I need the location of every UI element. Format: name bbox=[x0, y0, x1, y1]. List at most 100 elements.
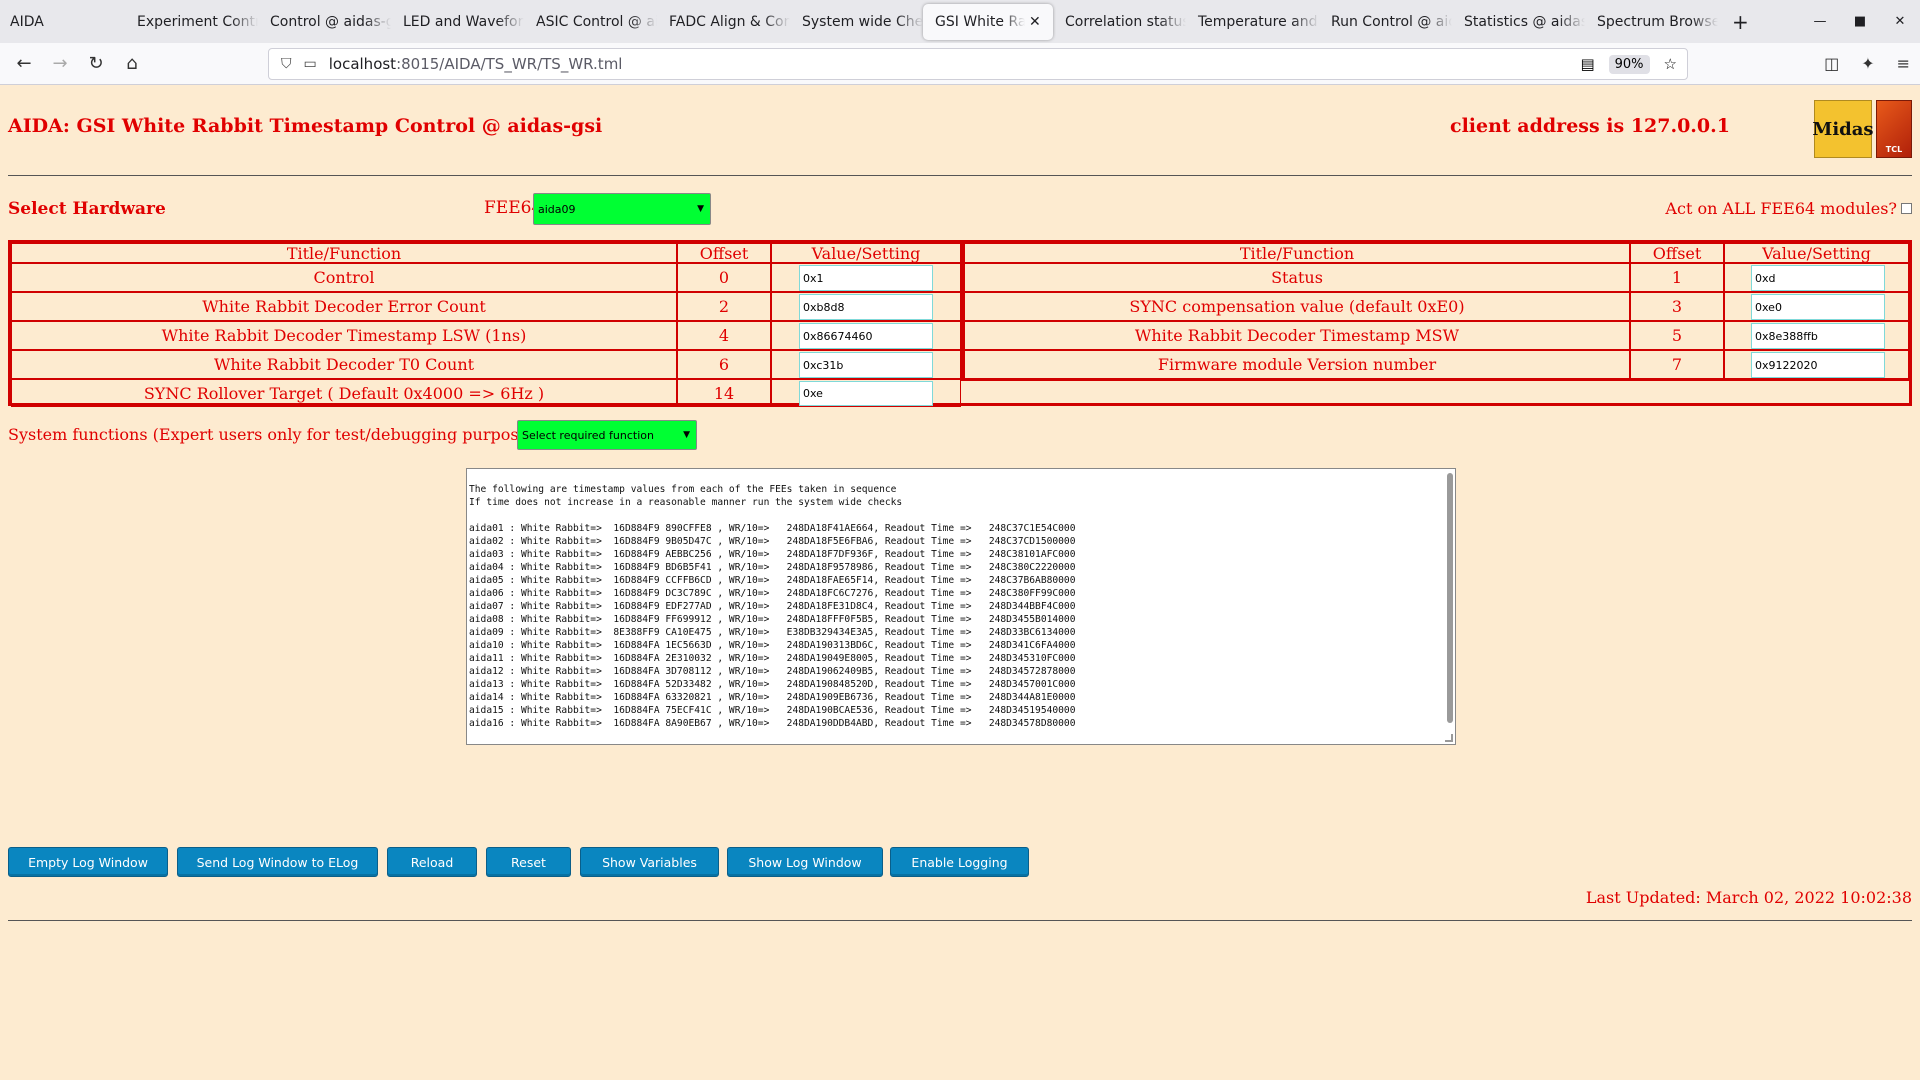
resize-grip-icon[interactable] bbox=[1445, 734, 1453, 742]
tab-label: Experiment Control bbox=[137, 13, 258, 30]
client-address: client address is 127.0.0.1 bbox=[1450, 115, 1730, 137]
divider bbox=[8, 920, 1912, 921]
reader-view-icon[interactable]: ▤ bbox=[1580, 55, 1594, 73]
url-host: localhost bbox=[328, 55, 397, 73]
last-updated: Last Updated: March 02, 2022 10:02:38 bbox=[1585, 888, 1912, 907]
firmware-version-input[interactable]: 0x9122020 bbox=[1751, 352, 1885, 378]
register-grid: Title/Function Offset Value/Setting Titl… bbox=[11, 243, 1909, 407]
forward-icon[interactable]: → bbox=[42, 53, 78, 74]
row-title: SYNC compensation value (default 0xE0) bbox=[964, 292, 1630, 321]
log-line: aida06 : White Rabbit=> 16D884F9 DC3C789… bbox=[469, 588, 1076, 599]
log-line: aida13 : White Rabbit=> 16D884FA 52D3348… bbox=[469, 679, 1076, 690]
fee64-select[interactable]: aida09 ▼ bbox=[533, 193, 711, 225]
url-bar[interactable]: ⛉ ▭ localhost:8015/AIDA/TS_WR/TS_WR.tml … bbox=[268, 48, 1688, 80]
row-value-cell: 0x86674460 bbox=[771, 321, 961, 350]
tab-label: Temperature and bbox=[1198, 13, 1318, 30]
tab-label: GSI White Rabbit bbox=[935, 13, 1025, 30]
act-all-label: Act on ALL FEE64 modules? bbox=[1665, 199, 1897, 218]
act-all-checkbox[interactable] bbox=[1901, 203, 1912, 214]
system-function-selected: Select required function bbox=[522, 428, 654, 442]
log-line: aida11 : White Rabbit=> 16D884FA 2E31003… bbox=[469, 653, 1076, 664]
sync-rollover-input[interactable]: 0xe bbox=[799, 381, 933, 406]
tab-experiment-control[interactable]: Experiment Control bbox=[125, 4, 258, 40]
tab-label: Run Control @ aidas bbox=[1331, 13, 1452, 30]
tab-led-waveform[interactable]: LED and Waveform bbox=[391, 4, 524, 40]
tab-asic-control[interactable]: ASIC Control @ aidas bbox=[524, 4, 657, 40]
tab-label: Spectrum Browser bbox=[1597, 13, 1718, 30]
tab-run-control[interactable]: Run Control @ aidas bbox=[1319, 4, 1452, 40]
row-offset: 6 bbox=[677, 350, 771, 379]
tab-gsi-white-rabbit[interactable]: GSI White Rabbit ✕ bbox=[923, 3, 1053, 40]
tab-label: Control @ aidas-gsi bbox=[270, 13, 391, 30]
empty-log-button[interactable]: Empty Log Window bbox=[8, 847, 168, 877]
new-tab-button[interactable]: + bbox=[1732, 10, 1749, 34]
t0-count-input[interactable]: 0xc31b bbox=[799, 352, 933, 378]
sync-compensation-input[interactable]: 0xe0 bbox=[1751, 294, 1885, 320]
row-title: White Rabbit Decoder Timestamp MSW bbox=[964, 321, 1630, 350]
control-value-input[interactable]: 0x1 bbox=[799, 265, 933, 291]
home-icon[interactable]: ⌂ bbox=[114, 53, 150, 74]
header-title-right: Title/Function bbox=[964, 243, 1630, 263]
row-offset: 14 bbox=[677, 379, 771, 407]
row-title: White Rabbit Decoder Timestamp LSW (1ns) bbox=[11, 321, 677, 350]
tab-statistics[interactable]: Statistics @ aidas bbox=[1452, 4, 1585, 40]
row-value-cell: 0x1 bbox=[771, 263, 961, 292]
header-offset-left: Offset bbox=[677, 243, 771, 263]
row-title: Control bbox=[11, 263, 677, 292]
reload-button[interactable]: Reload bbox=[387, 847, 477, 877]
page-header: AIDA: GSI White Rabbit Timestamp Control… bbox=[8, 100, 1912, 158]
row-offset: 5 bbox=[1630, 321, 1724, 350]
tab-fadc-align[interactable]: FADC Align & Control bbox=[657, 4, 790, 40]
close-icon[interactable]: ✕ bbox=[1029, 14, 1041, 30]
pocket-icon[interactable]: ◫ bbox=[1824, 54, 1839, 73]
show-log-window-button[interactable]: Show Log Window bbox=[727, 847, 883, 877]
maximize-icon[interactable]: ■ bbox=[1840, 14, 1880, 29]
hardware-select-row: Select Hardware FEE64 aida09 ▼ Act on AL… bbox=[8, 193, 1912, 225]
tab-label: FADC Align & Control bbox=[669, 13, 790, 30]
bookmark-star-icon[interactable]: ☆ bbox=[1664, 55, 1677, 73]
close-window-icon[interactable]: ✕ bbox=[1880, 14, 1920, 29]
log-line: aida02 : White Rabbit=> 16D884F9 9B05D47… bbox=[469, 536, 1076, 547]
minimize-icon[interactable]: — bbox=[1800, 14, 1840, 29]
timestamp-lsw-input[interactable]: 0x86674460 bbox=[799, 323, 933, 349]
timestamp-msw-input[interactable]: 0x8e388ffb bbox=[1751, 323, 1885, 349]
chevron-down-icon: ▼ bbox=[697, 204, 704, 214]
tab-temperature[interactable]: Temperature and bbox=[1186, 4, 1319, 40]
send-log-elog-button[interactable]: Send Log Window to ELog bbox=[177, 847, 378, 877]
error-count-input[interactable]: 0xb8d8 bbox=[799, 294, 933, 320]
log-scrollbar[interactable] bbox=[1447, 473, 1453, 723]
show-variables-button[interactable]: Show Variables bbox=[580, 847, 719, 877]
row-offset: 2 bbox=[677, 292, 771, 321]
tab-label: ASIC Control @ aidas bbox=[536, 13, 657, 30]
enable-logging-button[interactable]: Enable Logging bbox=[890, 847, 1029, 877]
status-value-input[interactable]: 0xd bbox=[1751, 265, 1885, 291]
log-line: aida12 : White Rabbit=> 16D884FA 3D70811… bbox=[469, 666, 1076, 677]
select-hardware-label: Select Hardware bbox=[8, 199, 166, 219]
shield-icon[interactable]: ⛉ bbox=[281, 56, 292, 72]
url-text[interactable]: localhost:8015/AIDA/TS_WR/TS_WR.tml bbox=[329, 55, 623, 73]
tab-system-wide-checks[interactable]: System wide Checks bbox=[790, 4, 923, 40]
row-value-cell: 0x8e388ffb bbox=[1724, 321, 1909, 350]
log-line: aida09 : White Rabbit=> 8E388FF9 CA10E47… bbox=[469, 627, 1076, 638]
tab-correlation-status[interactable]: Correlation status bbox=[1053, 4, 1186, 40]
app-title: AIDA bbox=[10, 13, 44, 30]
tcl-logo-text: TCL bbox=[1885, 145, 1903, 154]
header-value-right: Value/Setting bbox=[1724, 243, 1909, 263]
browser-tab-bar: AIDA Experiment Control Control @ aidas-… bbox=[0, 0, 1920, 43]
system-function-select[interactable]: Select required function ▼ bbox=[517, 420, 697, 450]
menu-icon[interactable]: ≡ bbox=[1897, 54, 1910, 73]
extension-icon[interactable]: ✦ bbox=[1861, 54, 1874, 73]
header-value-left: Value/Setting bbox=[771, 243, 961, 263]
row-value-cell: 0xd bbox=[1724, 263, 1909, 292]
back-icon[interactable]: ← bbox=[6, 53, 42, 74]
toolbar-icons: ◫ ✦ ≡ bbox=[1824, 54, 1910, 73]
log-window[interactable]: The following are timestamp values from … bbox=[466, 468, 1456, 745]
reset-button[interactable]: Reset bbox=[486, 847, 571, 877]
tab-label: Statistics @ aidas bbox=[1464, 13, 1585, 30]
zoom-level[interactable]: 90% bbox=[1608, 54, 1650, 74]
tab-spectrum-browser[interactable]: Spectrum Browser bbox=[1585, 4, 1718, 40]
log-line: aida10 : White Rabbit=> 16D884FA 1EC5663… bbox=[469, 640, 1076, 651]
tab-control[interactable]: Control @ aidas-gsi bbox=[258, 4, 391, 40]
browser-nav-bar: ← → ↻ ⌂ ⛉ ▭ localhost:8015/AIDA/TS_WR/TS… bbox=[0, 43, 1920, 85]
reload-icon[interactable]: ↻ bbox=[78, 53, 114, 74]
